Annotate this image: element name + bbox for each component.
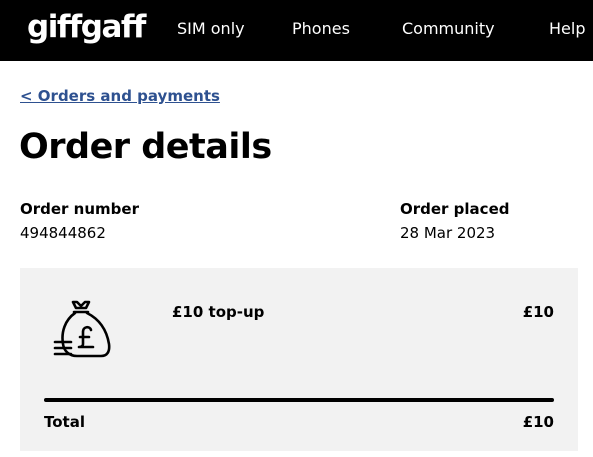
nav-sim-only[interactable]: SIM only xyxy=(177,18,245,40)
back-to-orders-link[interactable]: < Orders and payments xyxy=(20,86,220,106)
order-placed-label: Order placed xyxy=(400,200,510,218)
summary-divider xyxy=(44,398,554,402)
total-value: £10 xyxy=(522,413,554,431)
nav-phones[interactable]: Phones xyxy=(292,18,350,40)
order-item-price: £10 xyxy=(522,303,554,321)
page-title: Order details xyxy=(19,127,272,167)
order-summary-card: £10 top-up £10 Total £10 xyxy=(20,268,578,451)
money-bag-icon xyxy=(53,298,111,360)
order-item-name: £10 top-up xyxy=(172,303,265,321)
total-label: Total xyxy=(44,413,85,431)
order-number-label: Order number xyxy=(20,200,139,218)
giffgaff-logo[interactable]: giffgaff xyxy=(27,9,146,45)
order-number-value: 494844862 xyxy=(20,224,106,242)
nav-community[interactable]: Community xyxy=(402,18,495,40)
top-navigation-bar: giffgaff SIM only Phones Community Help xyxy=(0,0,593,61)
order-placed-value: 28 Mar 2023 xyxy=(400,224,496,242)
nav-help[interactable]: Help xyxy=(549,18,585,40)
